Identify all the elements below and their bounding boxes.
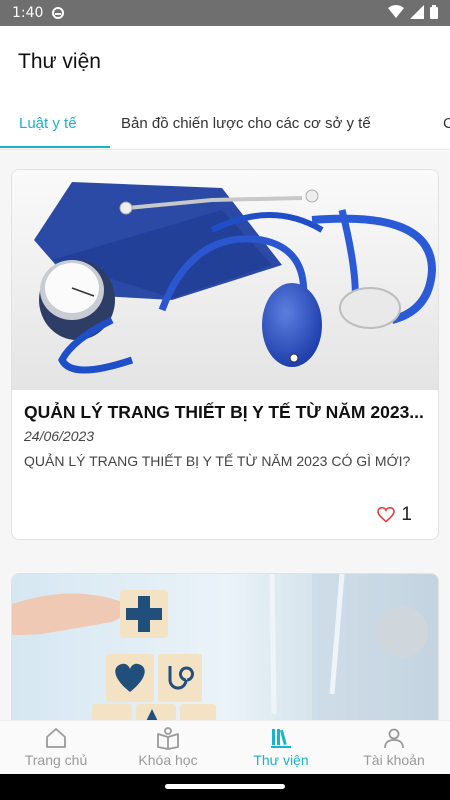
nav-account[interactable]: Tài khoản (338, 721, 450, 775)
notification-icon (52, 7, 64, 19)
active-tab-indicator (0, 146, 110, 148)
bottom-navigation: Trang chủ Khóa học Thư viện Tài khoản (0, 720, 450, 774)
status-time: 1:40 (12, 5, 44, 21)
nav-courses-label: Khóa học (138, 752, 198, 768)
tab-ban-do-chien-luoc[interactable]: Bản đồ chiến lược cho các cơ sở y tế (121, 100, 371, 149)
article-date: 24/06/2023 (24, 428, 95, 444)
article-image[interactable] (12, 574, 438, 721)
nav-home-label: Trang chủ (24, 752, 88, 768)
book-icon (157, 727, 179, 750)
page-title: Thư viện (18, 50, 101, 73)
article-description: QUẢN LÝ TRANG THIẾT BỊ Y TẾ TỪ NĂM 2023 … (24, 453, 411, 469)
like-count: 1 (401, 504, 412, 525)
library-icon (271, 729, 291, 748)
nav-account-label: Tài khoản (363, 752, 425, 768)
tab-partial[interactable]: C (443, 100, 450, 149)
article-list[interactable]: QUẢN LÝ TRANG THIẾT BỊ Y TẾ TỪ NĂM 2023.… (0, 151, 450, 721)
nav-courses[interactable]: Khóa học (112, 721, 224, 775)
wifi-icon (388, 5, 404, 18)
nav-library-label: Thư viện (253, 752, 309, 768)
article-image[interactable] (12, 170, 438, 390)
nav-library[interactable]: Thư viện (225, 721, 337, 775)
home-gesture-handle[interactable] (165, 784, 285, 789)
system-navigation-bar (0, 774, 450, 800)
category-tabs: Luật y tế Bản đồ chiến lược cho các cơ s… (0, 100, 450, 150)
nav-home[interactable]: Trang chủ (0, 721, 112, 775)
user-icon (384, 728, 404, 749)
like-button[interactable]: 1 (377, 504, 412, 526)
tab-luat-y-te[interactable]: Luật y tế (19, 100, 77, 149)
status-icons (388, 5, 438, 19)
home-icon (46, 728, 66, 748)
status-bar: 1:40 (0, 0, 450, 26)
article-card[interactable]: QUẢN LÝ TRANG THIẾT BỊ Y TẾ TỪ NĂM 2023.… (11, 169, 439, 540)
signal-icon (410, 5, 424, 19)
app-bar: Thư viện (0, 26, 450, 96)
article-card[interactable] (11, 573, 439, 721)
battery-icon (430, 5, 438, 19)
article-title[interactable]: QUẢN LÝ TRANG THIẾT BỊ Y TẾ TỪ NĂM 2023.… (24, 402, 432, 423)
heart-icon (377, 507, 396, 523)
